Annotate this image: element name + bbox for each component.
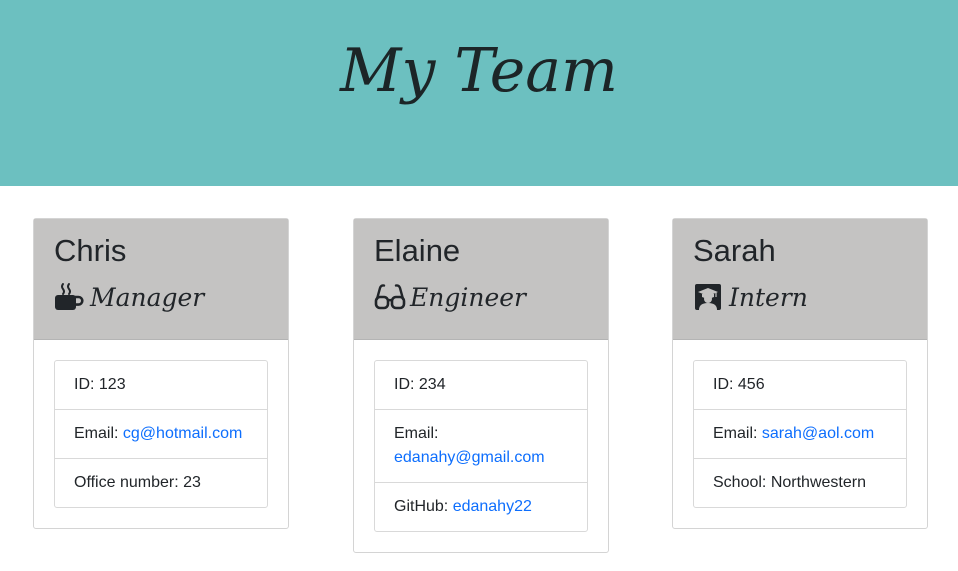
email-item: Email: sarah@aol.com: [694, 410, 906, 459]
role-label: Engineer: [410, 282, 526, 312]
card-header: Sarah Intern: [673, 219, 927, 340]
school-item: School: Northwestern: [713, 474, 866, 491]
github-link[interactable]: edanahy22: [453, 498, 532, 515]
github-item: GitHub: edanahy22: [375, 483, 587, 531]
employee-name: Sarah: [693, 233, 776, 268]
role-label: Intern: [729, 282, 808, 312]
github-label: GitHub:: [394, 498, 453, 515]
glasses-icon: [374, 282, 406, 312]
employee-card-manager: Chris Manager ID: 123 Email: cg@hotmail.…: [33, 218, 289, 529]
id-item: ID: 234: [375, 361, 587, 410]
email-item: Email: cg@hotmail.com: [55, 410, 267, 459]
card-header: Chris Manager: [34, 219, 288, 340]
page-header: My Team: [0, 0, 958, 186]
employee-card-engineer: Elaine Engineer ID: 234 Email: edanahy@g…: [353, 218, 609, 553]
email-link[interactable]: edanahy@gmail.com: [394, 449, 545, 466]
card-header: Elaine Engineer: [354, 219, 608, 340]
email-label: Email:: [74, 425, 123, 442]
email-item: Email: edanahy@gmail.com: [375, 410, 587, 483]
email-label: Email:: [713, 425, 762, 442]
id-item: ID: 456: [694, 361, 906, 410]
email-label: Email:: [394, 425, 439, 442]
graduate-icon: [693, 282, 723, 312]
details-list: ID: 456 Email: sarah@aol.com School: Nor…: [693, 360, 907, 508]
details-list: ID: 234 Email: edanahy@gmail.com GitHub:…: [374, 360, 588, 532]
details-list: ID: 123 Email: cg@hotmail.com Office num…: [54, 360, 268, 508]
office-number-item: Office number: 23: [74, 474, 201, 491]
email-link[interactable]: sarah@aol.com: [762, 425, 874, 442]
employee-role: Intern: [693, 279, 927, 315]
card-body: ID: 123 Email: cg@hotmail.com Office num…: [34, 340, 288, 528]
employee-card-intern: Sarah Intern ID: 456 Email: sarah@aol.co…: [672, 218, 928, 529]
mug-icon: [54, 282, 84, 312]
card-body: ID: 234 Email: edanahy@gmail.com GitHub:…: [354, 340, 608, 552]
page-title: My Team: [340, 36, 618, 106]
email-link[interactable]: cg@hotmail.com: [123, 425, 242, 442]
employee-role: Manager: [54, 279, 288, 315]
id-item: ID: 123: [55, 361, 267, 410]
role-label: Manager: [90, 282, 205, 312]
employee-name: Chris: [54, 233, 127, 268]
employee-name: Elaine: [374, 233, 461, 268]
employee-role: Engineer: [374, 279, 608, 315]
card-body: ID: 456 Email: sarah@aol.com School: Nor…: [673, 340, 927, 528]
